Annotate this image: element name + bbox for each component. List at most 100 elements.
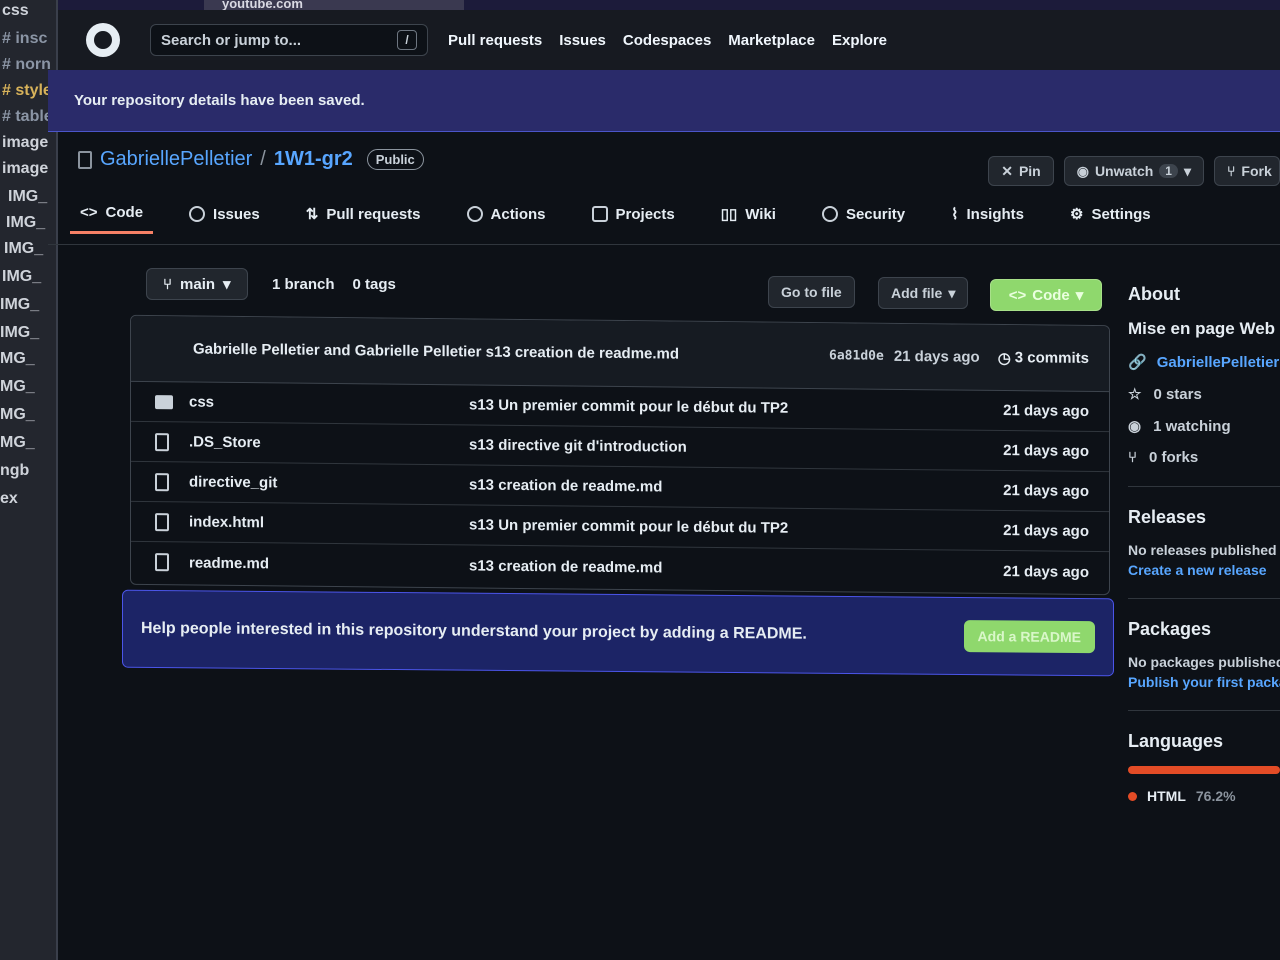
branch-select-button[interactable]: ⑂ main ▾: [146, 268, 248, 300]
file-commit-message[interactable]: s13 creation de readme.md: [469, 476, 1003, 499]
file-name[interactable]: css: [189, 393, 469, 413]
tab-projects[interactable]: Projects: [582, 204, 685, 234]
file-name[interactable]: .DS_Store: [189, 433, 469, 453]
play-icon: [466, 206, 483, 222]
language-item[interactable]: HTML 76.2%: [1128, 788, 1280, 804]
commit-sha[interactable]: 6a81d0e: [829, 348, 884, 364]
editor-line[interactable]: IMG_: [0, 324, 39, 342]
publish-package-link[interactable]: Publish your first package: [1128, 674, 1280, 690]
fork-button[interactable]: ⑂ Fork: [1214, 156, 1280, 186]
code-button[interactable]: <> Code ▾: [990, 279, 1102, 311]
tabs-divider: [48, 244, 1280, 245]
editor-line[interactable]: IMG_: [2, 268, 41, 286]
file-commit-message[interactable]: s13 Un premier commit pour le début du T…: [469, 516, 1003, 539]
nav-pull-requests[interactable]: Pull requests: [448, 32, 542, 49]
chevron-down-icon: ▾: [223, 276, 231, 293]
editor-line[interactable]: IMG_: [6, 214, 45, 232]
slash-shortcut-icon: /: [397, 30, 417, 50]
commits-link[interactable]: 3 commits: [1015, 349, 1089, 367]
editor-line[interactable]: ex: [0, 490, 18, 508]
divider: [1128, 710, 1280, 711]
repo-tabs: <> Code Issues ⇅ Pull requests Actions P…: [70, 204, 1161, 234]
tab-insights[interactable]: ⌇ Insights: [941, 204, 1034, 234]
editor-line[interactable]: # norn: [2, 56, 51, 74]
chevron-down-icon: ▾: [1075, 287, 1084, 304]
table-icon: [591, 206, 608, 222]
add-readme-button[interactable]: Add a README: [963, 620, 1095, 654]
tab-label: Code: [105, 204, 144, 221]
editor-line[interactable]: MG_: [0, 406, 35, 424]
file-name[interactable]: index.html: [189, 513, 469, 533]
watch-count: 1: [1159, 164, 1178, 178]
tags-link[interactable]: 0 tags: [353, 276, 396, 293]
add-file-label: Add file: [891, 285, 943, 301]
file-commit-message[interactable]: s13 Un premier commit pour le début du T…: [469, 396, 1003, 419]
go-to-file-label: Go to file: [781, 284, 842, 300]
editor-line[interactable]: IMG_: [4, 240, 43, 258]
stars-link[interactable]: ☆ 0 stars: [1128, 385, 1280, 404]
file-name[interactable]: readme.md: [189, 554, 469, 574]
forks-count: 0 forks: [1149, 449, 1199, 466]
editor-line[interactable]: MG_: [0, 434, 35, 452]
commit-time: 21 days ago: [893, 347, 980, 366]
editor-line[interactable]: MG_: [0, 350, 35, 368]
file-commit-message[interactable]: s13 directive git d'introduction: [469, 436, 1003, 459]
editor-line[interactable]: image: [2, 134, 48, 152]
editor-line[interactable]: css: [2, 2, 29, 20]
unwatch-button[interactable]: ◉ Unwatch 1 ▾: [1063, 156, 1204, 186]
file-icon: [155, 512, 169, 531]
forks-link[interactable]: ⑂ 0 forks: [1128, 449, 1280, 466]
eye-icon: ◉: [1076, 162, 1089, 179]
pull-request-icon: ⇅: [305, 206, 319, 223]
tab-actions[interactable]: Actions: [457, 204, 556, 234]
repo-website-link[interactable]: 🔗 GabriellePelletier: [1128, 353, 1280, 372]
nav-issues[interactable]: Issues: [559, 32, 606, 49]
editor-line[interactable]: MG_: [0, 378, 35, 396]
github-logo-icon[interactable]: [86, 23, 120, 57]
editor-line[interactable]: IMG_: [8, 188, 47, 206]
file-commit-message[interactable]: s13 creation de readme.md: [469, 557, 1003, 580]
create-release-link[interactable]: Create a new release: [1128, 562, 1280, 578]
languages-heading: Languages: [1128, 731, 1224, 751]
releases-heading[interactable]: Releases: [1128, 507, 1280, 528]
editor-line[interactable]: # table: [2, 108, 53, 126]
repo-name-link[interactable]: 1W1-gr2: [274, 148, 353, 171]
nav-marketplace[interactable]: Marketplace: [728, 32, 815, 49]
editor-line[interactable]: # insc: [2, 30, 47, 48]
watching-link[interactable]: ◉ 1 watching: [1128, 417, 1280, 436]
tab-wiki[interactable]: ▯▯ Wiki: [711, 204, 786, 234]
repo-owner-link[interactable]: GabriellePelletier: [100, 148, 252, 171]
tab-code[interactable]: <> Code: [70, 204, 154, 234]
nav-explore[interactable]: Explore: [832, 32, 887, 49]
add-file-button[interactable]: Add file ▾: [878, 277, 969, 309]
file-date: 21 days ago: [1003, 562, 1089, 581]
packages-heading[interactable]: Packages: [1128, 619, 1280, 640]
tab-pull-requests[interactable]: ⇅ Pull requests: [296, 204, 431, 234]
file-date: 21 days ago: [1003, 442, 1089, 460]
editor-line[interactable]: image: [2, 160, 48, 178]
latest-commit-bar: Gabrielle Pelletier and Gabrielle Pellet…: [131, 315, 1109, 393]
tab-label: Issues: [213, 205, 260, 223]
tab-issues[interactable]: Issues: [179, 204, 270, 234]
go-to-file-button[interactable]: Go to file: [768, 276, 855, 308]
editor-line[interactable]: IMG_: [0, 296, 39, 314]
commit-message[interactable]: Gabrielle Pelletier and Gabrielle Pellet…: [193, 341, 829, 365]
fork-icon: ⑂: [1128, 449, 1138, 466]
tab-security[interactable]: Security: [812, 204, 915, 234]
eye-icon: ◉: [1128, 418, 1142, 435]
file-name[interactable]: directive_git: [189, 473, 469, 493]
tab-settings[interactable]: ⚙ Settings: [1060, 204, 1161, 234]
tab-label: Actions: [490, 205, 546, 223]
branches-link[interactable]: 1 branch: [272, 276, 335, 293]
issue-icon: [189, 206, 206, 222]
packages-empty: No packages published: [1128, 654, 1280, 670]
history-icon: ◷: [997, 349, 1011, 367]
editor-line[interactable]: ngb: [0, 462, 29, 480]
shield-icon: [821, 206, 838, 222]
file-icon: [155, 553, 169, 572]
nav-codespaces[interactable]: Codespaces: [623, 32, 711, 49]
editor-line[interactable]: # style: [2, 82, 52, 100]
language-dot-icon: [1128, 791, 1137, 801]
pin-button[interactable]: ✕ Pin: [988, 156, 1054, 186]
search-input[interactable]: Search or jump to... /: [150, 24, 428, 56]
